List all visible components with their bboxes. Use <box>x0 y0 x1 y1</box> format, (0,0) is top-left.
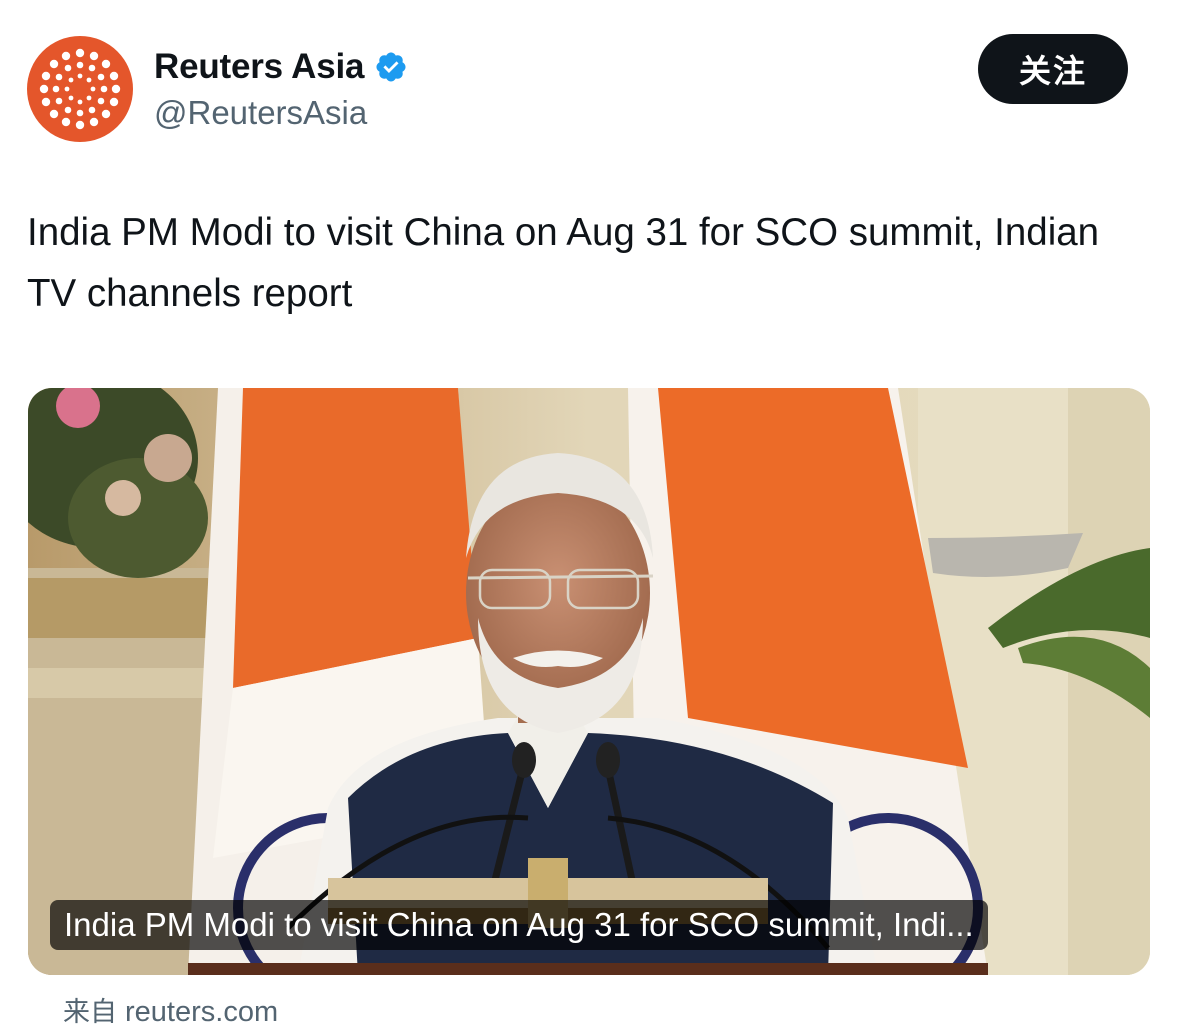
source-prefix: 来自 <box>63 997 117 1028</box>
source-domain[interactable]: reuters.com <box>125 996 278 1029</box>
link-card[interactable]: India PM Modi to visit China on Aug 31 f… <box>28 388 1150 975</box>
avatar[interactable] <box>27 36 133 142</box>
follow-button[interactable]: 关注 <box>978 34 1128 104</box>
verified-badge-icon <box>376 52 406 82</box>
tweet-page: Reuters Asia @ReutersAsia 关注 India PM Mo… <box>0 0 1179 1035</box>
link-source[interactable]: 来自 reuters.com <box>63 990 278 1029</box>
tweet-text: India PM Modi to visit China on Aug 31 f… <box>27 211 1100 315</box>
handle[interactable]: @ReutersAsia <box>154 94 408 132</box>
news-photo <box>28 388 1150 975</box>
reuters-logo-icon <box>39 48 121 130</box>
account-info[interactable]: Reuters Asia @ReutersAsia <box>154 44 408 132</box>
display-name-row: Reuters Asia <box>154 44 408 90</box>
display-name[interactable]: Reuters Asia <box>154 47 364 87</box>
card-caption: India PM Modi to visit China on Aug 31 f… <box>50 900 988 950</box>
